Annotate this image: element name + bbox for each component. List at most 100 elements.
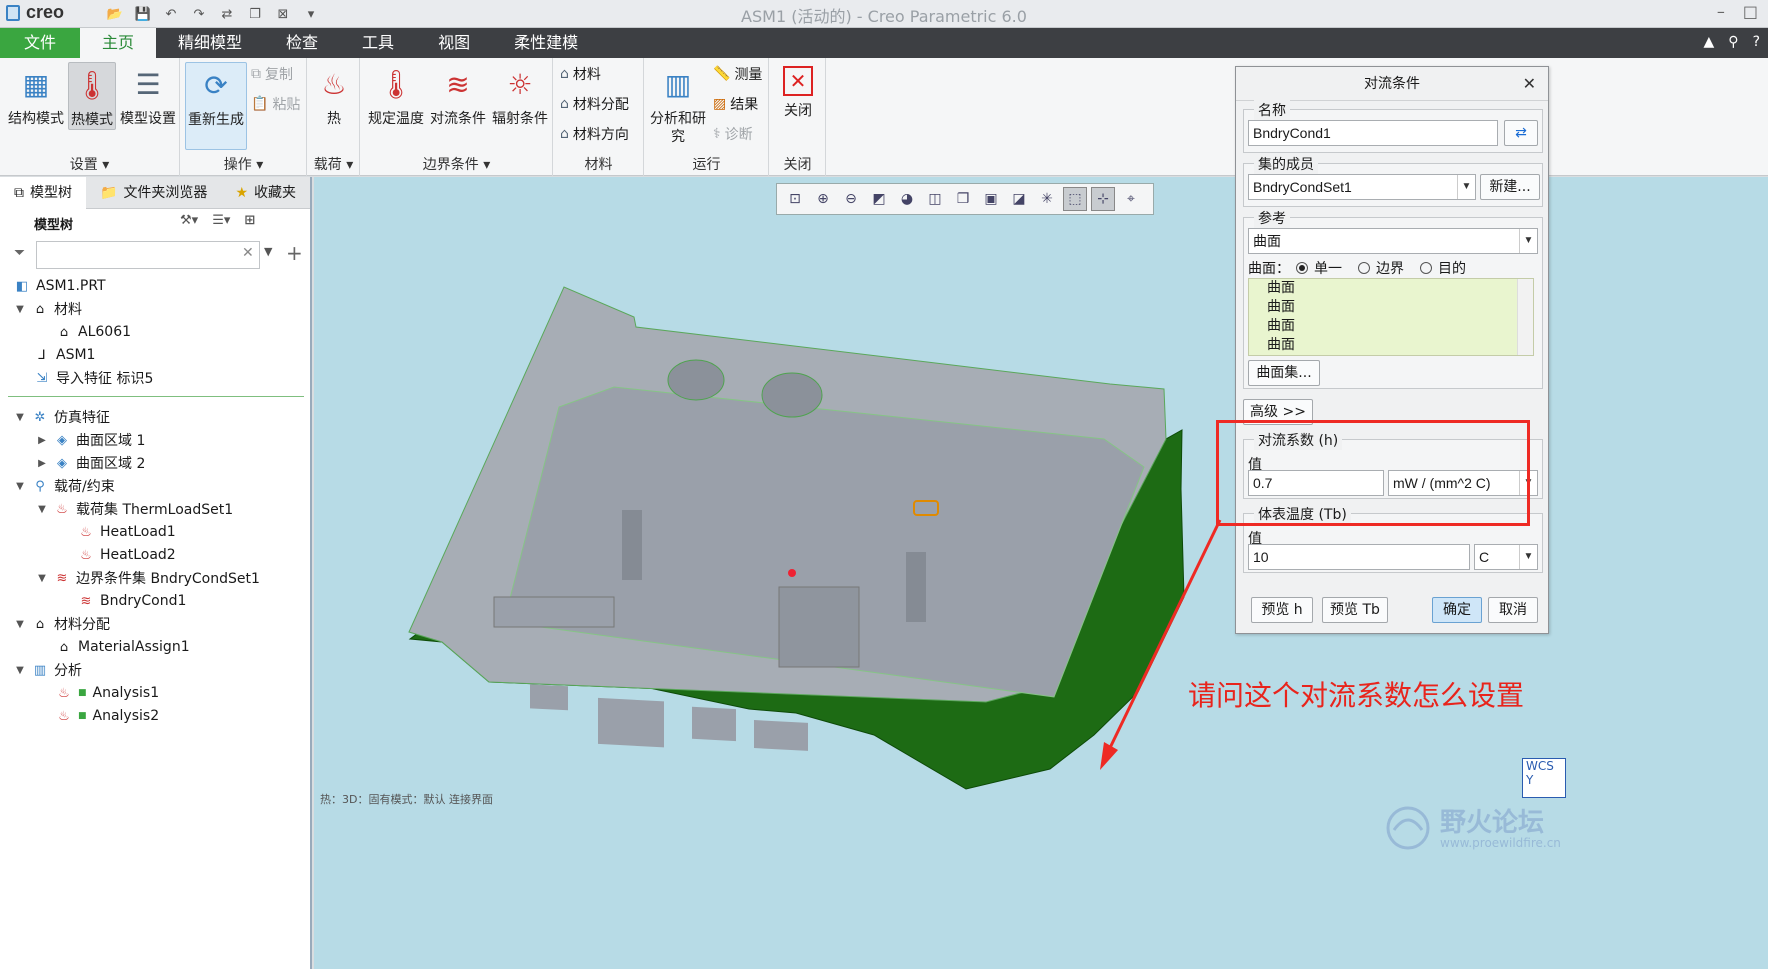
group-loads-label[interactable]: 载荷 ▾: [308, 154, 359, 174]
cancel-button[interactable]: 取消: [1488, 597, 1538, 623]
measure-button[interactable]: 📏 测量: [713, 64, 762, 84]
tab-flexible-modeling[interactable]: 柔性建模: [492, 28, 600, 58]
expand-icon[interactable]: ▶: [36, 435, 48, 446]
tree-item[interactable]: ⅃ ASM1: [34, 344, 95, 366]
material-assign-button[interactable]: ⌂ 材料分配: [560, 94, 629, 114]
tab-tools[interactable]: 工具: [340, 28, 416, 58]
tree-item[interactable]: ▶ ◈ 曲面区域 1: [36, 429, 145, 451]
thermal-mode-button[interactable]: 🌡 热模式: [68, 62, 116, 130]
tree-settings-icon[interactable]: ⚒▾: [180, 213, 198, 228]
model-setup-button[interactable]: ☰ 模型设置: [118, 62, 178, 128]
tree-item-label: 分析: [54, 663, 82, 679]
tree-item[interactable]: ♨ ■ Analysis2: [56, 705, 159, 727]
regenerate-button[interactable]: ⟳ 重新生成: [185, 62, 247, 150]
dropdown-icon[interactable]: ▼: [264, 245, 272, 258]
wall-window-2: [598, 697, 664, 748]
tab-inspect[interactable]: 检查: [264, 28, 340, 58]
list-item[interactable]: 曲面: [1249, 298, 1533, 317]
tree-item[interactable]: ⌂ AL6061: [56, 321, 131, 343]
tab-view[interactable]: 视图: [416, 28, 492, 58]
tb-unit-select[interactable]: C ▼: [1474, 544, 1538, 570]
tb-value-input[interactable]: 10: [1248, 544, 1470, 570]
tree-item[interactable]: ▶ ◈ 曲面区域 2: [36, 452, 145, 474]
radio-boundary[interactable]: [1358, 262, 1370, 274]
tree-item[interactable]: ⌂ MaterialAssign1: [56, 636, 190, 658]
expand-icon[interactable]: ▶: [36, 458, 48, 469]
structure-mode-button[interactable]: ▦ 结构模式: [6, 62, 66, 128]
surface-sets-button[interactable]: 曲面集...: [1248, 360, 1320, 386]
radio-single[interactable]: [1296, 262, 1308, 274]
tree-item[interactable]: ▼ ≋ 边界条件集 BndryCondSet1: [36, 567, 260, 589]
tree-columns-icon[interactable]: ☰▾: [212, 213, 230, 228]
filter-icon[interactable]: ⏷: [14, 245, 25, 261]
tree-search-input[interactable]: [36, 241, 260, 269]
group-run: ▥ 分析和研究 📏 测量 ▨ 结果 ⚕ 诊断 运行: [645, 58, 769, 176]
new-set-button[interactable]: 新建...: [1480, 174, 1540, 200]
set-select[interactable]: BndryCondSet1 ▼: [1248, 174, 1476, 200]
expand-icon[interactable]: ▼: [14, 304, 26, 315]
expand-icon[interactable]: ▼: [14, 619, 26, 630]
tree-item[interactable]: ▼ ▥ 分析: [14, 659, 82, 681]
tree-item[interactable]: ▼ ⚲ 载荷/约束: [14, 475, 115, 497]
expand-icon[interactable]: ▼: [14, 665, 26, 676]
tree-item[interactable]: ≋ BndryCond1: [78, 590, 187, 612]
tab-home[interactable]: 主页: [80, 28, 157, 58]
radio-intent[interactable]: [1420, 262, 1432, 274]
group-setup-label[interactable]: 设置 ▾: [0, 154, 179, 174]
csys-icon: ⅃: [38, 347, 46, 363]
preview-h-button[interactable]: 预览 h: [1251, 597, 1313, 623]
expand-icon[interactable]: ▼: [36, 504, 48, 515]
import-icon: ⇲: [36, 370, 48, 386]
group-bc-label[interactable]: 边界条件 ▾: [361, 154, 552, 174]
minimize-ribbon-icon[interactable]: ▲: [1704, 34, 1715, 50]
reference-type-select[interactable]: 曲面 ▼: [1248, 228, 1538, 254]
expand-icon[interactable]: ▼: [14, 412, 26, 423]
clear-icon[interactable]: ✕: [242, 245, 254, 261]
tab-model-tree[interactable]: ⧉ 模型树: [0, 176, 86, 209]
tree-item[interactable]: ♨ ■ Analysis1: [56, 682, 159, 704]
tab-folder-browser[interactable]: 📁 文件夹浏览器: [86, 177, 221, 209]
tree-item[interactable]: ▼ ⌂ 材料: [14, 298, 82, 320]
tree-item[interactable]: ◧ ASM1.PRT: [14, 275, 106, 297]
copy-button[interactable]: ⧉ 复制: [251, 64, 293, 84]
tree-item[interactable]: ▼ ⌂ 材料分配: [14, 613, 110, 635]
prescribed-temp-button[interactable]: 🌡 规定温度: [365, 62, 427, 128]
tab-refine-model[interactable]: 精细模型: [156, 28, 264, 58]
diagnostics-button[interactable]: ⚕ 诊断: [713, 124, 753, 144]
material-orient-button[interactable]: ⌂ 材料方向: [560, 124, 629, 144]
tree-item[interactable]: ▼ ♨ 载荷集 ThermLoadSet1: [36, 498, 233, 520]
list-item[interactable]: 曲面: [1249, 317, 1533, 336]
help-icon[interactable]: ?: [1753, 34, 1760, 50]
expand-icon[interactable]: ▼: [36, 573, 48, 584]
minimize-icon[interactable]: –: [1717, 2, 1725, 21]
group-operations-label[interactable]: 操作 ▾: [181, 154, 306, 174]
add-icon[interactable]: +: [286, 241, 303, 265]
preview-tb-button[interactable]: 预览 Tb: [1322, 597, 1388, 623]
tree-item[interactable]: ⇲ 导入特征 标识5: [34, 367, 154, 389]
tree-item[interactable]: ♨ HeatLoad2: [78, 544, 176, 566]
results-button[interactable]: ▨ 结果: [713, 94, 758, 114]
tree-filter-icon[interactable]: ⊞: [244, 213, 255, 228]
list-item[interactable]: 曲面: [1249, 336, 1533, 355]
reference-list[interactable]: 曲面 曲面 曲面 曲面: [1248, 278, 1534, 356]
radiation-button[interactable]: ☼ 辐射条件: [489, 62, 551, 128]
ok-button[interactable]: 确定: [1432, 597, 1482, 623]
convection-button[interactable]: ≋ 对流条件: [427, 62, 489, 128]
list-item[interactable]: 曲面: [1249, 279, 1533, 298]
analysis-button[interactable]: ▥ 分析和研究: [647, 62, 709, 146]
heat-button[interactable]: ♨ 热: [312, 62, 356, 128]
materials-button[interactable]: ⌂ 材料: [560, 64, 601, 84]
close-icon[interactable]: ✕: [1523, 67, 1536, 101]
tree-item[interactable]: ▼ ✲ 仿真特征: [14, 406, 110, 428]
tab-favorites[interactable]: ★ 收藏夹: [221, 177, 310, 209]
expand-icon[interactable]: ▼: [14, 481, 26, 492]
tab-file[interactable]: 文件: [0, 28, 80, 58]
tree-item[interactable]: ♨ HeatLoad1: [78, 521, 176, 543]
name-input[interactable]: BndryCond1: [1248, 120, 1498, 146]
color-picker-button[interactable]: ⇄: [1504, 120, 1538, 146]
search-icon[interactable]: ⚲: [1728, 34, 1738, 50]
paste-button[interactable]: 📋 粘贴: [251, 94, 300, 114]
close-button[interactable]: ✕ 关闭: [776, 62, 820, 120]
maximize-icon[interactable]: □: [1743, 2, 1758, 21]
list-scrollbar[interactable]: [1517, 279, 1533, 355]
